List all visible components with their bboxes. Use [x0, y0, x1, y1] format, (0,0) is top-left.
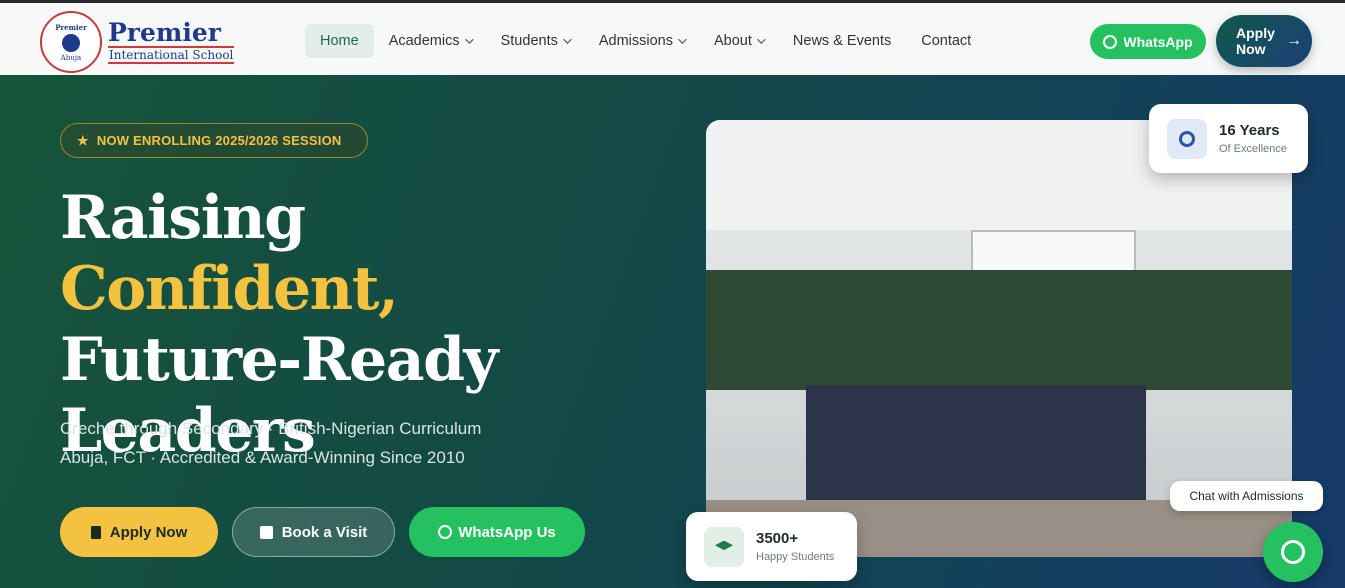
students-value: 3500+	[756, 530, 799, 547]
whatsapp-icon	[1281, 540, 1305, 564]
award-ring	[1179, 130, 1195, 147]
whatsapp-header-button[interactable]: WhatsApp	[1090, 24, 1206, 59]
graduation-cap-icon	[704, 526, 744, 567]
chat-tooltip: Chat with Admissions	[1170, 481, 1323, 511]
nav-label: Students	[500, 33, 558, 49]
enrollment-badge: ★ NOW ENROLLING 2025/2026 SESSION	[60, 123, 368, 158]
school-logo[interactable]: Premier Abuja Premier International Scho…	[40, 11, 235, 73]
apply-now-label: Apply Now	[109, 523, 188, 541]
apply-label: Apply Now	[1236, 25, 1275, 57]
logo-name: Premier	[108, 18, 221, 47]
whatsapp-label: WhatsApp	[1123, 33, 1193, 50]
seal-top-text: Premier	[55, 22, 87, 32]
nav-item-students[interactable]: Students	[486, 24, 584, 58]
whatsapp-icon	[438, 525, 453, 539]
main-nav: Home Academics Students Admissions About…	[305, 24, 986, 58]
nav-label: Contact	[921, 33, 972, 49]
nav-item-admissions[interactable]: Admissions	[584, 24, 699, 58]
nav-item-about[interactable]: About	[699, 24, 778, 58]
photo-students	[706, 270, 1292, 390]
headline-accent: Confident,	[60, 254, 399, 324]
nav-label: Home	[320, 33, 359, 49]
years-value: 16 Years	[1219, 122, 1280, 139]
subtext-line1: Creche through Secondary · British-Niger…	[60, 419, 482, 438]
headline-line2: Future-Ready	[60, 325, 498, 395]
students-label: Happy Students	[756, 551, 835, 563]
badge-text: NOW ENROLLING 2025/2026 SESSION	[96, 133, 342, 148]
chevron-down-icon	[757, 35, 766, 44]
nav-item-contact[interactable]: Contact	[906, 24, 986, 58]
chevron-down-icon	[678, 35, 687, 44]
nav-label: Academics	[388, 33, 460, 49]
years-card-text: 16 Years Of Excellence	[1219, 122, 1287, 155]
logo-subtitle: International School	[108, 46, 235, 64]
whatsapp-chat-button[interactable]	[1263, 522, 1323, 582]
book-visit-label: Book a Visit	[281, 523, 368, 541]
whatsapp-icon	[1103, 34, 1118, 49]
students-card-text: 3500+ Happy Students	[756, 530, 834, 563]
chevron-down-icon	[464, 35, 474, 44]
seal-emblem	[62, 33, 80, 52]
subtext-line2: Abuja, FCT · Accredited & Award-Winning …	[60, 448, 465, 467]
years-label: Of Excellence	[1219, 143, 1287, 155]
nav-label: Admissions	[598, 33, 673, 49]
calendar-icon	[259, 525, 273, 539]
book-visit-button[interactable]: Book a Visit	[232, 507, 395, 557]
nav-item-home[interactable]: Home	[305, 24, 374, 58]
nav-label: News & Events	[792, 33, 892, 49]
logo-seal: Premier Abuja	[40, 11, 102, 73]
nav-label: About	[714, 33, 752, 49]
apply-now-button[interactable]: Apply Now	[60, 507, 218, 557]
nav-item-academics[interactable]: Academics	[374, 24, 486, 58]
apply-now-header-button[interactable]: Apply Now →	[1216, 15, 1312, 67]
document-icon	[90, 525, 101, 539]
cap-shape	[715, 540, 733, 551]
award-icon	[1167, 118, 1207, 159]
chevron-down-icon	[563, 35, 572, 44]
site-header: Premier Abuja Premier International Scho…	[0, 0, 1345, 75]
hero-subtext: Creche through Secondary · British-Niger…	[60, 414, 580, 472]
whatsapp-us-button[interactable]: WhatsApp Us	[409, 507, 585, 557]
logo-wordmark: Premier International School	[108, 18, 235, 64]
headline-part1: Raising	[60, 183, 306, 253]
years-excellence-card: 16 Years Of Excellence	[1149, 104, 1308, 173]
seal-bottom-text: Abuja	[60, 53, 82, 62]
hero-section: ★ NOW ENROLLING 2025/2026 SESSION Raisin…	[0, 75, 1345, 588]
star-icon: ★	[77, 132, 89, 148]
arrow-right-icon: →	[1286, 32, 1302, 49]
whatsapp-us-label: WhatsApp Us	[458, 523, 556, 541]
nav-item-news-events[interactable]: News & Events	[778, 24, 906, 58]
happy-students-card: 3500+ Happy Students	[686, 512, 857, 581]
